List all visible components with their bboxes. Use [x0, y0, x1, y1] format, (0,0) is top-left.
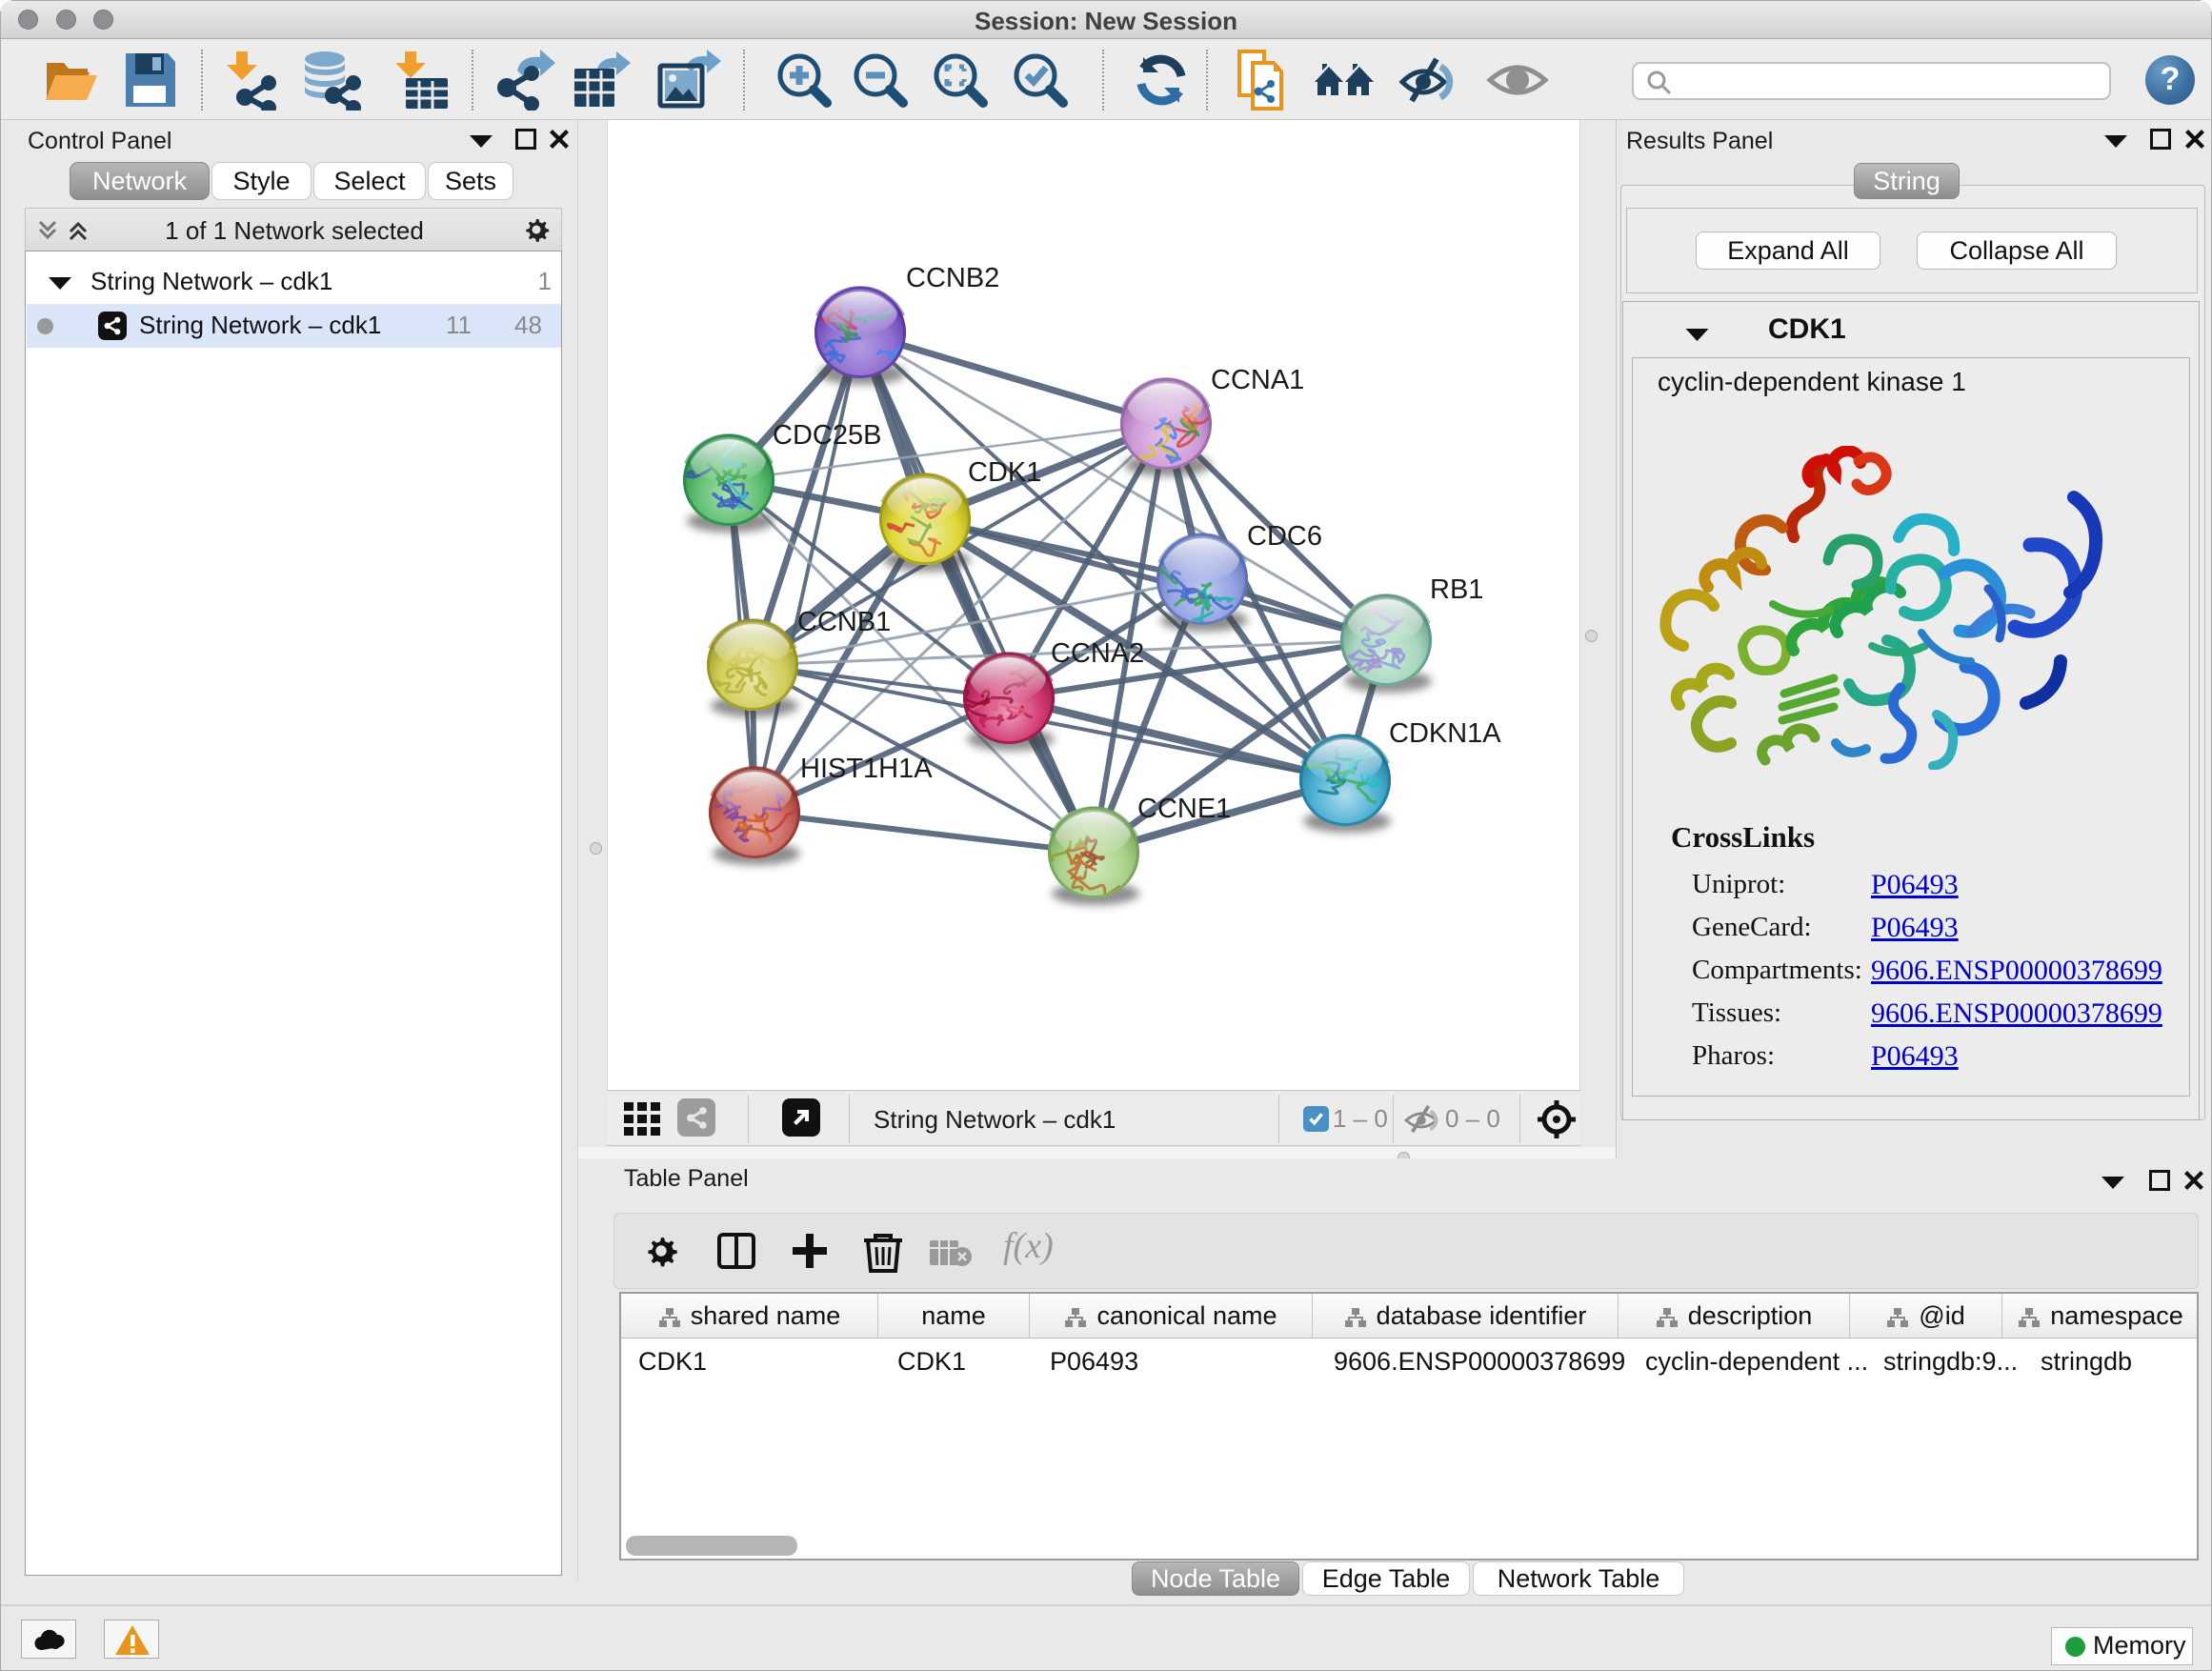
svg-text:HIST1H1A: HIST1H1A	[800, 754, 933, 784]
svg-text:CCNB1: CCNB1	[797, 607, 891, 637]
svg-text:RB1: RB1	[1430, 574, 1483, 605]
svg-text:CCNB2: CCNB2	[906, 263, 999, 293]
svg-text:CDK1: CDK1	[968, 457, 1041, 488]
svg-text:CDKN1A: CDKN1A	[1389, 718, 1501, 749]
svg-text:CCNA2: CCNA2	[1051, 638, 1144, 669]
svg-text:CCNE1: CCNE1	[1137, 794, 1231, 824]
svg-text:CDC6: CDC6	[1247, 521, 1322, 552]
svg-text:CDC25B: CDC25B	[773, 420, 881, 451]
svg-text:CCNA1: CCNA1	[1211, 365, 1304, 395]
